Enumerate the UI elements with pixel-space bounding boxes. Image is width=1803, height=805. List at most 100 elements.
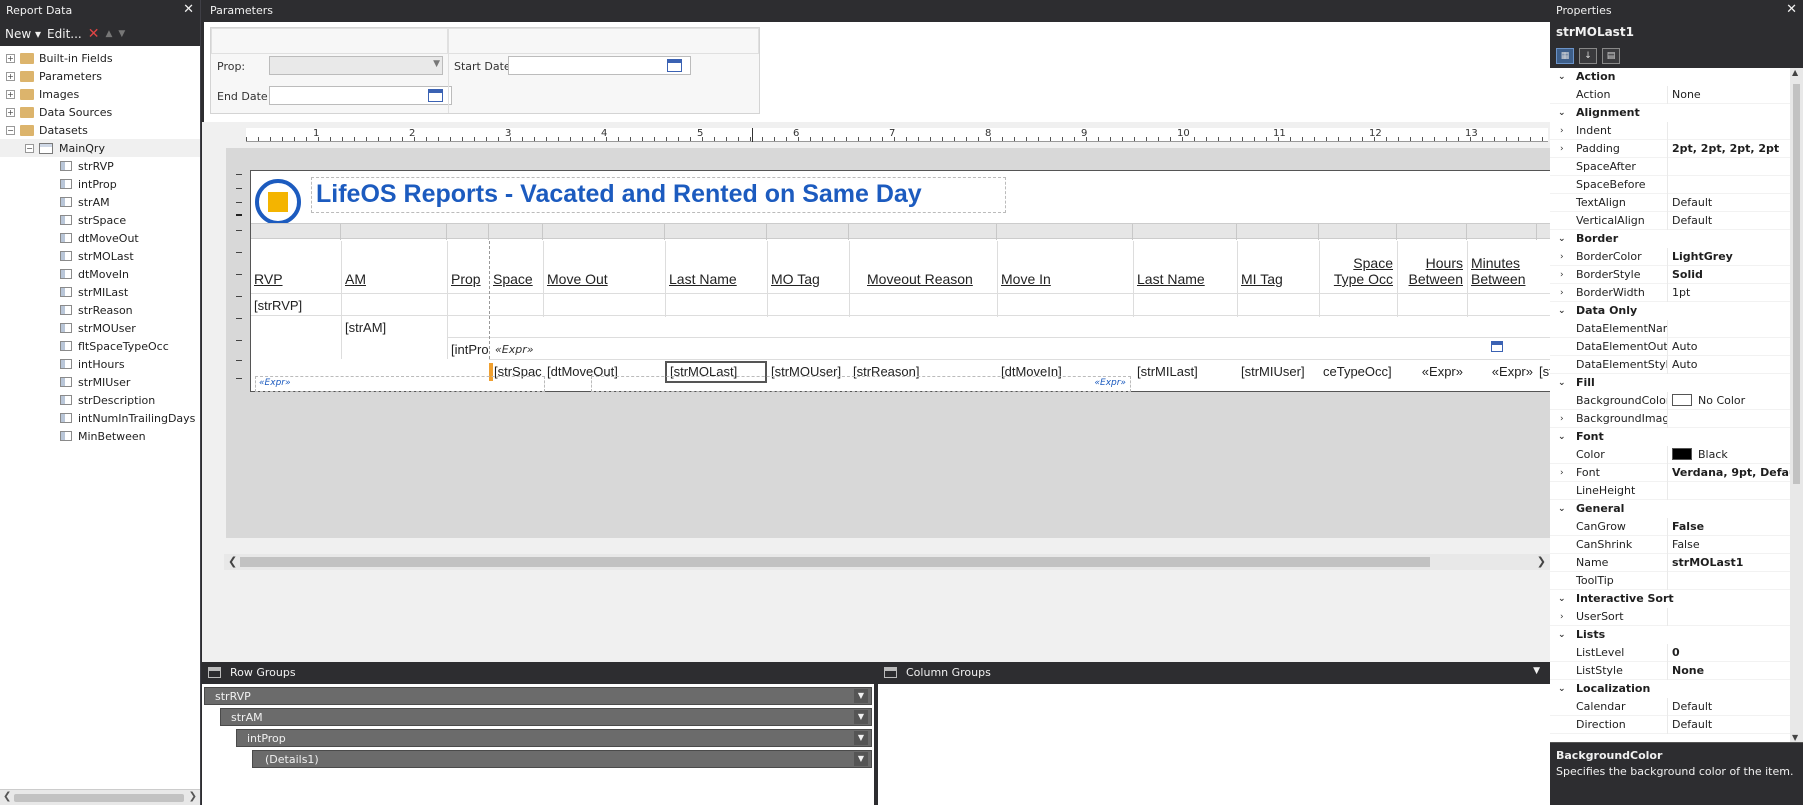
lifeos-logo-icon[interactable] bbox=[255, 179, 301, 225]
property-value[interactable]: 1pt bbox=[1668, 286, 1790, 299]
move-up-icon[interactable]: ▲ bbox=[105, 29, 112, 39]
header-last-name-mi[interactable]: Last Name bbox=[1137, 271, 1205, 287]
end-date-input[interactable] bbox=[269, 86, 452, 105]
chevron-down-icon[interactable]: ▼ bbox=[854, 710, 868, 724]
expander-icon[interactable]: + bbox=[6, 107, 15, 117]
property-row[interactable]: ListLevel 0 bbox=[1550, 643, 1790, 662]
property-category[interactable]: ⌄ Alignment bbox=[1550, 104, 1790, 122]
calendar-icon[interactable] bbox=[667, 59, 682, 72]
selected-object-name[interactable]: strMOLast1 bbox=[1550, 22, 1803, 44]
property-category[interactable]: ⌄ Action bbox=[1550, 68, 1790, 86]
tree-node-built-in-fields[interactable]: + Built-in Fields bbox=[0, 49, 200, 67]
property-value[interactable]: Solid bbox=[1668, 268, 1790, 281]
expander-icon[interactable]: + bbox=[6, 71, 15, 81]
scroll-thumb[interactable] bbox=[240, 557, 1430, 567]
property-row[interactable]: CanGrow False bbox=[1550, 517, 1790, 536]
collapse-icon[interactable]: ⌄ bbox=[1558, 104, 1566, 122]
property-row[interactable]: Calendar Default bbox=[1550, 697, 1790, 716]
header-am[interactable]: AM bbox=[345, 271, 366, 287]
chevron-down-icon[interactable]: ▼ bbox=[433, 59, 440, 69]
property-row[interactable]: › BorderColor LightGrey bbox=[1550, 247, 1790, 266]
close-icon[interactable]: ✕ bbox=[1786, 2, 1797, 17]
property-row[interactable]: ListStyle None bbox=[1550, 661, 1790, 680]
scroll-left-icon[interactable]: ❮ bbox=[228, 555, 237, 568]
chevron-down-icon[interactable]: ▼ bbox=[854, 689, 868, 703]
property-value[interactable]: Default bbox=[1668, 214, 1790, 227]
expand-icon[interactable]: › bbox=[1560, 464, 1564, 482]
footer-textbox-right[interactable]: «Expr» bbox=[591, 376, 1131, 392]
header-move-out[interactable]: Move Out bbox=[547, 271, 608, 287]
column-handle[interactable] bbox=[1319, 224, 1397, 240]
field-item[interactable]: intProp bbox=[0, 175, 200, 193]
property-value[interactable]: 2pt, 2pt, 2pt, 2pt bbox=[1668, 142, 1790, 155]
expand-icon[interactable]: › bbox=[1560, 410, 1564, 428]
property-category[interactable]: ⌄ Localization bbox=[1550, 680, 1790, 698]
column-handle[interactable] bbox=[1237, 224, 1319, 240]
tree-node-images[interactable]: + Images bbox=[0, 85, 200, 103]
field-item[interactable]: strMIUser bbox=[0, 373, 200, 391]
scroll-thumb[interactable] bbox=[14, 794, 184, 802]
property-category[interactable]: ⌄ General bbox=[1550, 500, 1790, 518]
expand-icon[interactable]: › bbox=[1560, 266, 1564, 284]
collapse-icon[interactable]: ⌄ bbox=[1558, 68, 1566, 86]
tablix-column-handles[interactable] bbox=[251, 223, 1551, 240]
field-item[interactable]: strMOUser bbox=[0, 319, 200, 337]
scroll-down-icon[interactable]: ▼ bbox=[1792, 733, 1798, 742]
report-title[interactable]: LifeOS Reports - Vacated and Rented on S… bbox=[311, 177, 1006, 213]
column-handle[interactable] bbox=[1467, 224, 1537, 240]
property-row[interactable]: ToolTip bbox=[1550, 571, 1790, 590]
property-value[interactable]: False bbox=[1668, 538, 1790, 551]
column-handle[interactable] bbox=[341, 224, 447, 240]
header-move-in[interactable]: Move In bbox=[1001, 271, 1051, 287]
property-value[interactable]: Verdana, 9pt, Default, bbox=[1668, 466, 1790, 479]
column-handle[interactable] bbox=[251, 224, 341, 240]
property-row[interactable]: SpaceAfter bbox=[1550, 157, 1790, 176]
table-icon[interactable] bbox=[1491, 341, 1503, 352]
footer-textbox-left[interactable]: «Expr» bbox=[255, 376, 545, 392]
cell-strrvp[interactable]: [strRVP] bbox=[254, 298, 302, 313]
cell-minutes-expression[interactable]: «Expr» bbox=[1473, 364, 1533, 379]
header-hours-between-1[interactable]: Hours bbox=[1401, 255, 1463, 271]
tree-node-parameters[interactable]: + Parameters bbox=[0, 67, 200, 85]
property-value[interactable]: None bbox=[1668, 664, 1790, 677]
property-value[interactable]: No Color bbox=[1668, 394, 1790, 407]
field-item[interactable]: intHours bbox=[0, 355, 200, 373]
property-row[interactable]: Action None bbox=[1550, 85, 1790, 104]
property-row[interactable]: Name strMOLast1 bbox=[1550, 553, 1790, 572]
new-button[interactable]: New ▾ bbox=[5, 27, 41, 41]
property-row[interactable]: BackgroundColor No Color bbox=[1550, 391, 1790, 410]
scroll-left-icon[interactable]: ❮ bbox=[3, 791, 11, 802]
prop-dropdown[interactable]: ▼ bbox=[269, 56, 443, 75]
row-group-stram[interactable]: strAM ▼ bbox=[220, 708, 872, 726]
property-category[interactable]: ⌄ Font bbox=[1550, 428, 1790, 446]
property-row[interactable]: VerticalAlign Default bbox=[1550, 211, 1790, 230]
cell-prop-expression[interactable]: «Expr» bbox=[495, 343, 534, 356]
property-row[interactable]: › BorderWidth 1pt bbox=[1550, 283, 1790, 302]
expand-icon[interactable]: › bbox=[1560, 122, 1564, 140]
header-prop[interactable]: Prop bbox=[451, 271, 481, 287]
property-category[interactable]: ⌄ Border bbox=[1550, 230, 1790, 248]
tree-node-datasets[interactable]: − Datasets bbox=[0, 121, 200, 139]
property-row[interactable]: Color Black bbox=[1550, 445, 1790, 464]
row-group-details[interactable]: (Details1) ▼ bbox=[252, 750, 872, 768]
property-row[interactable]: DataElementStyle Auto bbox=[1550, 355, 1790, 374]
collapse-icon[interactable]: ⌄ bbox=[1558, 374, 1566, 392]
expand-icon[interactable]: › bbox=[1560, 248, 1564, 266]
chevron-down-icon[interactable]: ▼ bbox=[854, 752, 868, 766]
delete-icon[interactable]: ✕ bbox=[88, 26, 100, 42]
column-handle[interactable] bbox=[997, 224, 1133, 240]
scroll-thumb[interactable] bbox=[1793, 84, 1800, 484]
property-value[interactable]: None bbox=[1668, 88, 1790, 101]
property-value[interactable]: Default bbox=[1668, 700, 1790, 713]
property-value[interactable]: 0 bbox=[1668, 646, 1790, 659]
expander-icon[interactable]: + bbox=[6, 53, 15, 63]
header-space-type-occ-1[interactable]: Space bbox=[1333, 255, 1393, 271]
field-item[interactable]: strAM bbox=[0, 193, 200, 211]
tree-node-data-sources[interactable]: + Data Sources bbox=[0, 103, 200, 121]
scroll-up-icon[interactable]: ▲ bbox=[1792, 68, 1798, 77]
expander-icon[interactable]: − bbox=[6, 125, 15, 135]
scroll-right-icon[interactable]: ❯ bbox=[189, 791, 197, 802]
header-hours-between-2[interactable]: Between bbox=[1401, 271, 1463, 287]
header-moveout-reason[interactable]: Moveout Reason bbox=[867, 271, 973, 287]
property-value[interactable]: LightGrey bbox=[1668, 250, 1790, 263]
